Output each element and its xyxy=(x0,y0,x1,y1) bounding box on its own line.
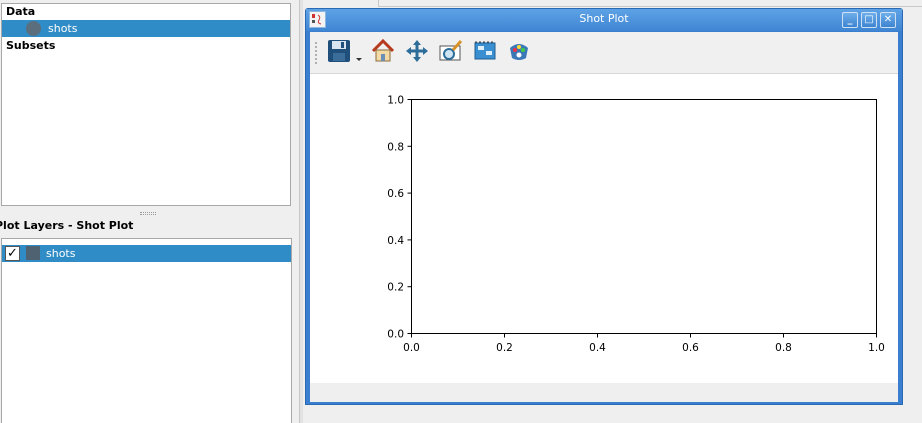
layer-label: shots xyxy=(46,247,76,260)
x-tick-label: 0.6 xyxy=(682,342,699,354)
plot-toolbar xyxy=(310,32,898,74)
layers-panel-title: Plot Layers - Shot Plot xyxy=(0,217,298,235)
window-title: Shot Plot xyxy=(579,12,629,25)
splitter-handle[interactable] xyxy=(140,212,156,215)
save-icon[interactable] xyxy=(326,38,352,64)
plot-subwindow[interactable]: Shot Plot _ □ ✕ 0.0 0.2 0.4 0.6 0.8 1.0 … xyxy=(305,8,903,405)
x-tick-label: 0.8 xyxy=(775,342,792,354)
y-tick-label: 0.4 xyxy=(387,235,404,247)
plot-canvas[interactable]: 0.0 0.2 0.4 0.6 0.8 1.0 0.0 0.2 0.4 0.6 0.8 1.0 xyxy=(310,74,898,383)
home-icon[interactable] xyxy=(370,38,396,64)
minimize-button[interactable]: _ xyxy=(842,12,858,28)
pane-splitter[interactable] xyxy=(299,0,303,423)
data-header: Data xyxy=(6,5,36,18)
y-axis: 0.0 0.2 0.4 0.6 0.8 1.0 xyxy=(387,95,412,341)
axes-frame xyxy=(411,99,877,334)
x-tick-label: 0.0 xyxy=(403,342,420,354)
close-button[interactable]: ✕ xyxy=(880,12,896,28)
customize-icon[interactable] xyxy=(506,38,532,64)
subplots-icon[interactable] xyxy=(472,38,498,64)
pan-icon[interactable] xyxy=(404,38,430,64)
status-bar xyxy=(310,383,898,402)
y-tick-label: 0.8 xyxy=(387,141,404,153)
zoom-icon[interactable] xyxy=(438,38,464,64)
x-axis: 0.0 0.2 0.4 0.6 0.8 1.0 xyxy=(403,333,885,354)
layer-visibility-checkbox[interactable]: ✓ xyxy=(5,246,20,261)
maximize-button[interactable]: □ xyxy=(861,12,877,28)
window-client-area: 0.0 0.2 0.4 0.6 0.8 1.0 0.0 0.2 0.4 0.6 0.8 1.0 xyxy=(310,32,898,402)
layers-title-text: Plot Layers - Shot Plot xyxy=(0,219,134,232)
x-tick-label: 0.4 xyxy=(589,342,606,354)
y-tick-label: 0.0 xyxy=(387,329,404,341)
x-tick-label: 0.2 xyxy=(496,342,513,354)
plot-figure: 0.0 0.2 0.4 0.6 0.8 1.0 0.0 0.2 0.4 0.6 0.8 1.0 xyxy=(387,95,885,355)
plot-layers-list[interactable]: ✓ shots xyxy=(1,238,292,423)
layer-item-shots[interactable]: ✓ shots xyxy=(2,245,291,262)
mdi-tab-strip xyxy=(378,0,922,7)
left-pane: Data shots Subsets Plot Layers - Shot Pl… xyxy=(0,0,298,423)
dataset-label: shots xyxy=(48,22,78,35)
layer-color-icon xyxy=(26,246,40,260)
save-dropdown-arrow[interactable] xyxy=(356,58,362,61)
y-tick-label: 1.0 xyxy=(387,95,404,107)
y-tick-label: 0.6 xyxy=(387,188,404,200)
y-tick-label: 0.2 xyxy=(387,282,404,294)
subsets-header: Subsets xyxy=(6,39,56,52)
window-titlebar[interactable]: Shot Plot _ □ ✕ xyxy=(306,9,902,31)
data-collection-tree[interactable]: Data shots Subsets xyxy=(1,3,291,206)
toolbar-grip[interactable] xyxy=(315,42,318,64)
dataset-color-icon xyxy=(26,21,41,36)
x-tick-label: 1.0 xyxy=(868,342,885,354)
dataset-item-shots[interactable]: shots xyxy=(2,20,290,37)
